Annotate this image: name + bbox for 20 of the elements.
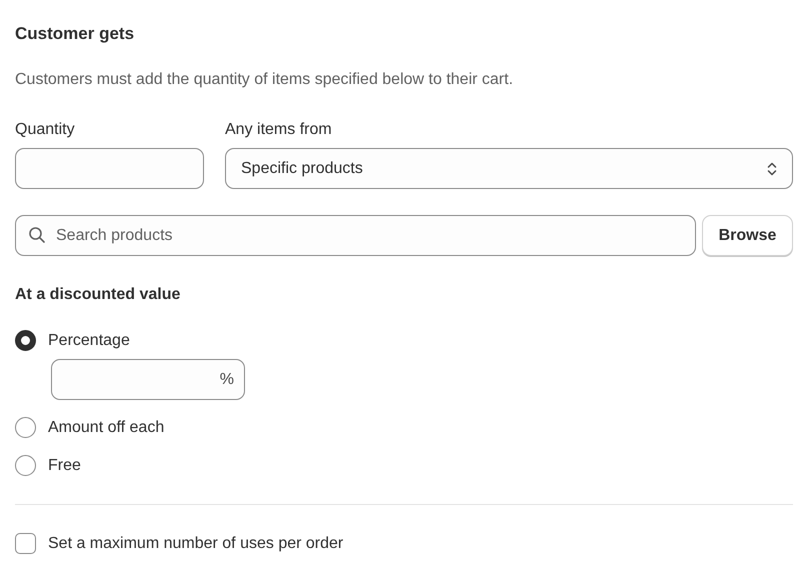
search-icon (28, 226, 46, 244)
items-from-label: Any items from (225, 121, 333, 139)
quantity-label: Quantity (15, 121, 76, 139)
radio-button[interactable] (15, 330, 36, 351)
chevron-up-down-icon (767, 160, 777, 176)
percentage-field[interactable]: % (51, 359, 245, 400)
browse-button[interactable]: Browse (702, 215, 793, 256)
quantity-field[interactable] (15, 148, 204, 189)
checkbox[interactable] (15, 533, 36, 554)
radio-button[interactable] (15, 455, 36, 476)
checkbox-label: Set a maximum number of uses per order (48, 534, 344, 552)
option-label: Percentage (48, 332, 130, 350)
radio-button[interactable] (15, 417, 36, 438)
search-field[interactable]: Search products (15, 215, 696, 256)
section-description: Customers must add the quantity of items specified below to their cart. (15, 71, 514, 89)
section-title: Customer gets (15, 24, 136, 44)
option-label: Free (48, 456, 81, 474)
discount-title: At a discounted value (15, 286, 182, 304)
option-label: Amount off each (48, 418, 164, 436)
items-select[interactable]: Specific products (225, 148, 793, 189)
